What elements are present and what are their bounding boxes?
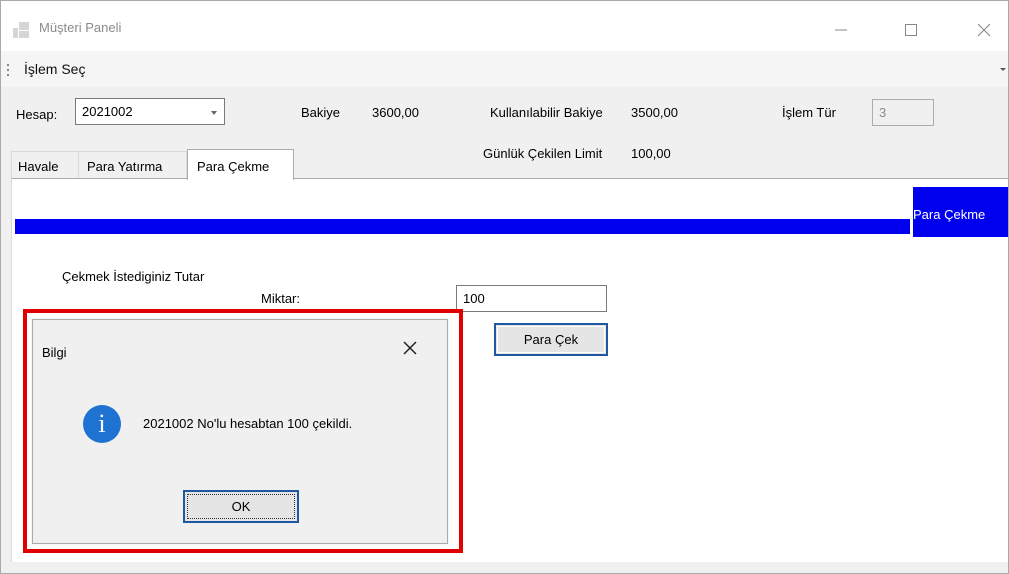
- tab-havale[interactable]: Havale: [11, 151, 79, 179]
- account-select-value: 2021002: [82, 104, 133, 119]
- ok-button[interactable]: OK: [183, 490, 299, 523]
- amount-label: Miktar:: [261, 291, 300, 306]
- app-icon: [13, 22, 29, 38]
- info-dialog: Bilgi i 2021002 No'lu hesabtan 100 çekil…: [32, 319, 448, 544]
- close-button[interactable]: [961, 9, 1007, 51]
- window-title: Müşteri Paneli: [39, 20, 122, 35]
- tab-para-cekme[interactable]: Para Çekme: [187, 149, 294, 180]
- available-balance-value: 3500,00: [631, 105, 678, 120]
- menu-item-islem-sec[interactable]: İşlem Seç: [24, 61, 85, 77]
- tab-label: Havale: [18, 159, 59, 174]
- panel-header-badge: Para Çekme: [913, 187, 1008, 237]
- daily-limit-value: 100,00: [631, 146, 671, 161]
- maximize-button[interactable]: [888, 9, 934, 51]
- close-icon: [403, 341, 417, 355]
- amount-input[interactable]: 100: [456, 285, 607, 312]
- menu-grip-icon: [7, 64, 9, 79]
- transaction-type-value: 3: [879, 105, 887, 120]
- dialog-message: 2021002 No'lu hesabtan 100 çekildi.: [143, 416, 353, 431]
- close-icon: [977, 23, 991, 37]
- minimize-icon: [835, 29, 847, 31]
- balance-value: 3600,00: [372, 105, 419, 120]
- title-bar: Müşteri Paneli: [1, 1, 1008, 51]
- section-label: Çekmek İstediginiz Tutar: [62, 269, 205, 284]
- menu-overflow-icon[interactable]: [1000, 68, 1006, 71]
- maximize-icon: [905, 24, 917, 36]
- ok-button-label: OK: [231, 499, 251, 514]
- account-label: Hesap:: [16, 107, 58, 122]
- menu-bar: İşlem Seç: [1, 51, 1008, 87]
- panel-header-title: Para Çekme: [913, 207, 986, 222]
- header-bar: [15, 219, 910, 234]
- balance-label: Bakiye: [301, 105, 341, 120]
- transaction-type-field[interactable]: 3: [872, 99, 934, 126]
- chevron-down-icon: [211, 111, 217, 115]
- available-balance-label: Kullanılabilir Bakiye: [490, 105, 603, 120]
- tab-para-yatirma[interactable]: Para Yatırma: [78, 151, 187, 179]
- tab-label: Para Yatırma: [87, 159, 163, 174]
- withdraw-button[interactable]: Para Çek: [494, 323, 608, 356]
- dialog-close-button[interactable]: [403, 338, 417, 361]
- account-select[interactable]: 2021002: [75, 98, 225, 125]
- main-window: Müşteri Paneli İşlem Seç Hesap: 2021002 …: [0, 0, 1009, 574]
- minimize-button[interactable]: [818, 9, 864, 51]
- tab-label: Para Çekme: [197, 159, 270, 174]
- daily-limit-label: Günlük Çekilen Limit: [483, 146, 603, 161]
- info-icon: i: [83, 405, 121, 443]
- dialog-title: Bilgi: [42, 345, 67, 360]
- withdraw-button-label: Para Çek: [523, 332, 579, 347]
- amount-input-value: 100: [463, 291, 485, 306]
- transaction-type-label: İşlem Tür: [782, 105, 836, 120]
